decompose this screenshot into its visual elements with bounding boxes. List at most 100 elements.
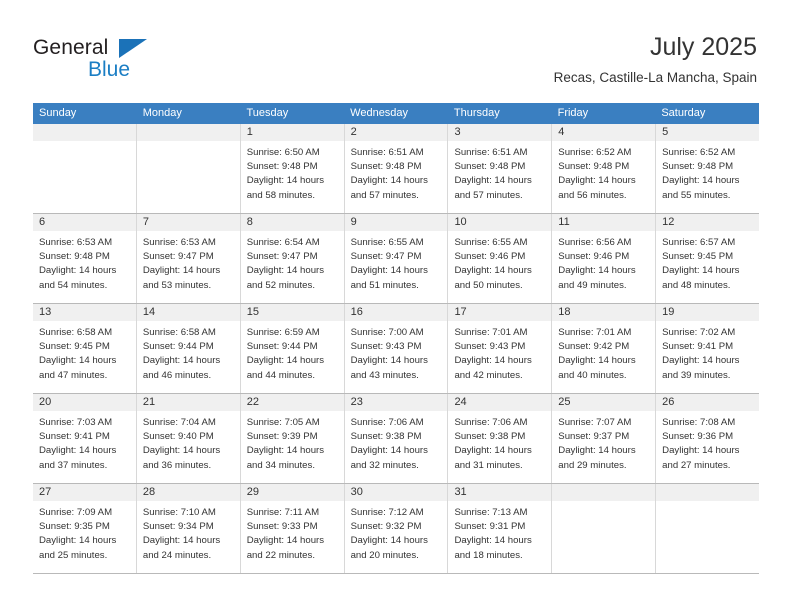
daylight-text-line1: Daylight: 14 hours [662,175,740,187]
day-cell-12[interactable]: 12 Sunrise: 6:57 AM Sunset: 9:45 PM Dayligh… [655,214,760,303]
daylight-text-line2: and 32 minutes. [350,459,419,471]
day-cell-4[interactable]: 4 Sunrise: 6:52 AM Sunset: 9:48 PM Daylight… [551,124,656,213]
day-cell-empty [655,484,760,573]
day-cell-1[interactable]: 1 Sunrise: 6:50 AM Sunset: 9:48 PM Daylight… [239,124,344,213]
day-cell-29[interactable]: 29 Sunrise: 7:11 AM Sunset: 9:33 PM Dayligh… [239,484,344,573]
day-number-band: 9 [344,214,448,231]
day-number-band: 16 [344,304,448,321]
sunrise-text: Sunrise: 6:55 AM [454,237,528,248]
sunset-text: Sunset: 9:31 PM [454,521,526,533]
day-cell-3[interactable]: 3 Sunrise: 6:51 AM Sunset: 9:48 PM Daylight… [447,124,552,213]
daylight-text-line2: and 54 minutes. [39,279,108,291]
daylight-text-line2: and 58 minutes. [246,189,315,201]
day-number: 7 [142,216,149,228]
day-cell-22[interactable]: 22 Sunrise: 7:05 AM Sunset: 9:39 PM Dayligh… [239,394,344,483]
day-cell-10[interactable]: 10 Sunrise: 6:55 AM Sunset: 9:46 PM Dayligh… [447,214,552,303]
daylight-text-line1: Daylight: 14 hours [662,445,740,457]
day-cell-8[interactable]: 8 Sunrise: 6:54 AM Sunset: 9:47 PM Daylight… [239,214,344,303]
day-number: 22 [246,396,259,408]
daylight-text-line2: and 53 minutes. [142,279,212,291]
brand-logo[interactable]: General Blue [33,36,253,86]
day-cell-6[interactable]: 6 Sunrise: 6:53 AM Sunset: 9:48 PM Daylight… [33,214,136,303]
day-number-band: 14 [136,304,240,321]
day-cell-17[interactable]: 17 Sunrise: 7:01 AM Sunset: 9:43 PM Dayligh… [447,304,552,393]
daylight-text-line1: Daylight: 14 hours [39,445,117,457]
day-cell-empty [551,484,656,573]
day-cell-7[interactable]: 7 Sunrise: 6:53 AM Sunset: 9:47 PM Daylight… [135,214,240,303]
day-number-band: 3 [448,124,552,141]
daylight-text-line2: and 18 minutes. [454,549,523,561]
day-cell-16[interactable]: 16 Sunrise: 7:00 AM Sunset: 9:43 PM Dayligh… [343,304,448,393]
day-number-band: 12 [656,214,760,231]
sunset-text: Sunset: 9:48 PM [558,161,630,173]
daylight-text-line2: and 27 minutes. [662,459,731,471]
day-number-band: 27 [33,484,136,501]
day-cell-30[interactable]: 30 Sunrise: 7:12 AM Sunset: 9:32 PM Dayligh… [343,484,448,573]
day-number: 26 [662,396,675,408]
sunset-text: Sunset: 9:44 PM [142,341,214,353]
day-details: Sunrise: 7:00 AM Sunset: 9:43 PM Daylight:… [345,321,448,383]
day-cell-27[interactable]: 27 Sunrise: 7:09 AM Sunset: 9:35 PM Dayligh… [33,484,136,573]
day-number-band: 8 [240,214,344,231]
day-cell-11[interactable]: 11 Sunrise: 6:56 AM Sunset: 9:46 PM Dayligh… [551,214,656,303]
sunset-text: Sunset: 9:46 PM [454,251,526,263]
weekday-header-wednesday: Wednesday [350,107,409,119]
day-cell-19[interactable]: 19 Sunrise: 7:02 AM Sunset: 9:41 PM Dayligh… [655,304,760,393]
day-cell-26[interactable]: 26 Sunrise: 7:08 AM Sunset: 9:36 PM Dayligh… [655,394,760,483]
day-number: 17 [454,306,467,318]
daylight-text-line2: and 20 minutes. [350,549,419,561]
day-details: Sunrise: 6:55 AM Sunset: 9:46 PM Daylight:… [448,231,551,293]
day-number: 4 [558,126,565,138]
sunrise-text: Sunrise: 7:07 AM [558,417,632,428]
daylight-text-line1: Daylight: 14 hours [142,265,221,277]
day-number: 15 [246,306,259,318]
day-number: 8 [246,216,253,228]
day-cell-15[interactable]: 15 Sunrise: 6:59 AM Sunset: 9:44 PM Dayligh… [239,304,344,393]
daylight-text-line2: and 46 minutes. [142,369,212,381]
page-subtitle: Recas, Castille-La Mancha, Spain [553,70,757,85]
sunrise-text: Sunrise: 6:59 AM [246,327,320,338]
day-cell-18[interactable]: 18 Sunrise: 7:01 AM Sunset: 9:42 PM Dayligh… [551,304,656,393]
sunset-text: Sunset: 9:38 PM [350,431,422,443]
daylight-text-line2: and 42 minutes. [454,369,523,381]
day-number-band: 25 [552,394,656,411]
sunset-text: Sunset: 9:36 PM [662,431,734,443]
day-number: 21 [142,396,156,408]
daylight-text-line1: Daylight: 14 hours [350,445,428,457]
sunset-text: Sunset: 9:35 PM [39,521,110,533]
day-cell-5[interactable]: 5 Sunrise: 6:52 AM Sunset: 9:48 PM Daylight… [655,124,760,213]
daylight-text-line2: and 52 minutes. [246,279,315,291]
day-number: 29 [246,486,259,498]
page-title: July 2025 [649,33,757,61]
day-number-band: 22 [240,394,344,411]
day-details: Sunrise: 7:13 AM Sunset: 9:31 PM Daylight:… [448,501,551,563]
daylight-text-line2: and 37 minutes. [39,459,108,471]
daylight-text-line1: Daylight: 14 hours [350,355,428,367]
title-block: July 2025 Recas, Castille-La Mancha, Spa… [554,32,757,86]
day-cell-28[interactable]: 28 Sunrise: 7:10 AM Sunset: 9:34 PM Dayligh… [135,484,240,573]
calendar-grid: Sunday Monday Tuesday Wednesday Thursday Frid… [33,103,760,574]
day-cell-2[interactable]: 2 Sunrise: 6:51 AM Sunset: 9:48 PM Daylight… [343,124,448,213]
sunrise-text: Sunrise: 6:57 AM [662,237,736,248]
day-cell-13[interactable]: 13 Sunrise: 6:58 AM Sunset: 9:45 PM Dayligh… [33,304,136,393]
day-cell-25[interactable]: 25 Sunrise: 7:07 AM Sunset: 9:37 PM Dayligh… [551,394,656,483]
day-cell-23[interactable]: 23 Sunrise: 7:06 AM Sunset: 9:38 PM Dayligh… [343,394,448,483]
day-number: 20 [39,396,52,408]
day-details: Sunrise: 7:01 AM Sunset: 9:42 PM Daylight:… [552,321,655,383]
daylight-text-line1: Daylight: 14 hours [246,175,325,187]
day-number: 31 [454,486,467,498]
day-details: Sunrise: 7:07 AM Sunset: 9:37 PM Daylight:… [552,411,655,473]
daylight-text-line2: and 39 minutes. [662,369,731,381]
day-cell-14[interactable]: 14 Sunrise: 6:58 AM Sunset: 9:44 PM Dayligh… [135,304,240,393]
day-number-band: 6 [33,214,136,231]
sunset-text: Sunset: 9:38 PM [454,431,526,443]
day-cell-9[interactable]: 9 Sunrise: 6:55 AM Sunset: 9:47 PM Daylight… [343,214,448,303]
day-cell-31[interactable]: 31 Sunrise: 7:13 AM Sunset: 9:31 PM Dayligh… [447,484,552,573]
day-cell-20[interactable]: 20 Sunrise: 7:03 AM Sunset: 9:41 PM Dayligh… [33,394,136,483]
day-number: 19 [662,306,675,318]
day-number: 28 [142,486,156,498]
sunset-text: Sunset: 9:43 PM [454,341,526,353]
day-cell-21[interactable]: 21 Sunrise: 7:04 AM Sunset: 9:40 PM Dayligh… [135,394,240,483]
day-cell-24[interactable]: 24 Sunrise: 7:06 AM Sunset: 9:38 PM Dayligh… [447,394,552,483]
day-number-band: 26 [656,394,760,411]
